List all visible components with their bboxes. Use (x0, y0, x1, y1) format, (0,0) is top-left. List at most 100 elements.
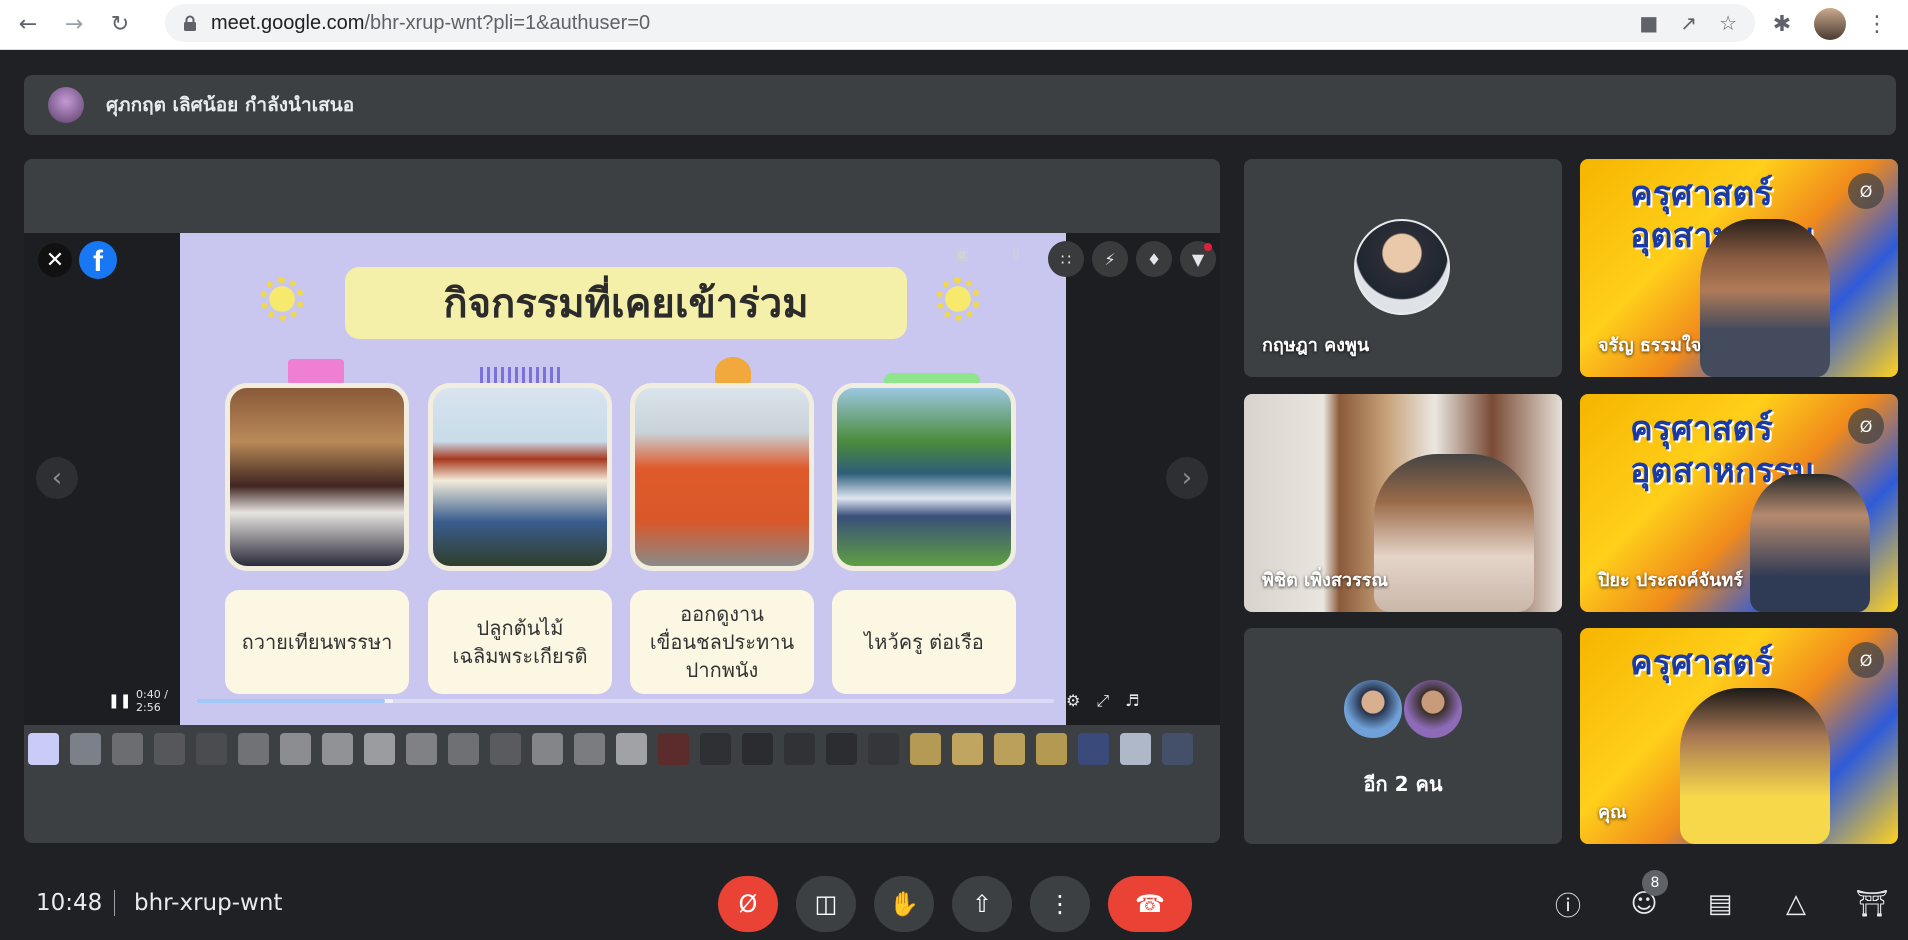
participant-name: ปิยะ ประสงค์จันทร์ (1598, 570, 1743, 591)
slide-thumbnail[interactable] (364, 733, 395, 765)
chat-button[interactable]: ▤ (1700, 880, 1740, 928)
previous-chevron-icon[interactable]: ‹ (36, 457, 78, 499)
slide-thumbnail[interactable] (910, 733, 941, 765)
participant-avatar (1354, 219, 1450, 315)
slide-thumbnail[interactable] (238, 733, 269, 765)
apps-grid-icon[interactable]: ∷ (1048, 241, 1084, 277)
slide-thumbnail[interactable] (196, 733, 227, 765)
slide-thumbnail[interactable] (406, 733, 437, 765)
messenger-icon[interactable]: ⚡ (1092, 241, 1128, 277)
sun-decoration (936, 277, 980, 321)
slide-thumbnail[interactable] (784, 733, 815, 765)
forward-arrow-icon[interactable]: → (56, 7, 92, 43)
participant-name: พิชิต เพิ่งสวรรณ (1262, 570, 1388, 591)
back-arrow-icon[interactable]: ← (10, 7, 46, 43)
participant-avatar (1402, 678, 1464, 740)
slide-thumbnail[interactable] (658, 733, 689, 765)
pause-icon[interactable]: ❚❚ (108, 693, 131, 709)
browser-toolbar: ← → ↻ meet.google.com/bhr-xrup-wnt?pli=1… (0, 0, 1908, 50)
camera-in-use-icon[interactable]: ■ (1639, 11, 1658, 35)
present-icon: ⇧ (971, 890, 993, 918)
slide-thumbnail[interactable] (574, 733, 605, 765)
close-icon[interactable]: ✕ (38, 243, 72, 277)
bookmark-star-icon[interactable]: ☆ (1719, 11, 1737, 35)
more-options-button[interactable]: ⋮ (1030, 876, 1090, 932)
slide-thumbnail[interactable] (322, 733, 353, 765)
slide-thumbnail[interactable] (952, 733, 983, 765)
participant-tile[interactable]: ครุศาสตร์ อุตสาหกรรม Ø ปิยะ ประสงค์จันทร… (1580, 394, 1898, 612)
raise-hand-button[interactable]: ✋ (874, 876, 934, 932)
participant-tile[interactable]: กฤษฎา คงพูน (1244, 159, 1562, 377)
address-bar[interactable]: meet.google.com/bhr-xrup-wnt?pli=1&authu… (165, 4, 1755, 42)
share-icon[interactable]: ↗ (1680, 11, 1697, 35)
slide-thumbnail[interactable] (70, 733, 101, 765)
slide-thumbnail[interactable] (1120, 733, 1151, 765)
slide-thumbnail[interactable] (448, 733, 479, 765)
extensions-puzzle-icon[interactable]: ✱ (1770, 12, 1794, 37)
participant-tile[interactable]: พิชิต เพิ่งสวรรณ (1244, 394, 1562, 612)
leave-call-button[interactable]: ☎ (1108, 876, 1192, 932)
people-count-badge: 8 (1642, 870, 1668, 896)
slide-thumbnail[interactable] (826, 733, 857, 765)
volume-icon[interactable]: ♬ (1125, 691, 1139, 711)
slide-thumbnail[interactable] (1036, 733, 1067, 765)
others-tile[interactable]: อีก 2 คน (1244, 628, 1562, 844)
divider (114, 890, 115, 916)
next-chevron-icon[interactable]: › (1166, 457, 1208, 499)
info-icon: ⓘ (1554, 891, 1581, 922)
settings-gear-icon[interactable]: ⚙ (1066, 691, 1080, 711)
account-menu-chevron-icon[interactable]: ▼ (1180, 241, 1216, 277)
host-controls-button[interactable]: ⛩ (1852, 880, 1892, 928)
reload-icon[interactable]: ↻ (102, 7, 138, 43)
present-screen-button[interactable]: ⇧ (952, 876, 1012, 932)
slide-thumbnail[interactable] (1078, 733, 1109, 765)
thumbnail-strip (28, 733, 1220, 765)
activity-photo (630, 383, 814, 571)
meeting-details-button[interactable]: ⓘ (1548, 880, 1588, 928)
end-call-icon: ☎ (1135, 890, 1165, 918)
slide-thumbnail[interactable] (532, 733, 563, 765)
participant-tile[interactable]: ครุศาสตร์ อุตสาหกรรม Ø จรัญ ธรรมใจ (1580, 159, 1898, 377)
participant-video (1750, 474, 1870, 612)
chrome-menu-icon[interactable]: ⋮ (1866, 12, 1888, 37)
participant-avatar (1342, 678, 1404, 740)
slide-thumbnail[interactable] (112, 733, 143, 765)
shapes-icon: △ (1786, 889, 1806, 919)
buffer-bar (196, 699, 394, 703)
video-progress-bar[interactable] (196, 699, 1054, 703)
fullscreen-icon[interactable]: ⤢ (1096, 691, 1109, 711)
slide-thumbnail[interactable] (994, 733, 1025, 765)
sun-decoration (260, 277, 304, 321)
slide-thumbnail[interactable] (280, 733, 311, 765)
participant-name: กฤษฎา คงพูน (1262, 335, 1370, 356)
slide-thumbnail[interactable] (1162, 733, 1193, 765)
slide-thumbnail[interactable] (490, 733, 521, 765)
clock: 10:48 (36, 890, 103, 916)
activity-photo (225, 383, 409, 571)
shield-lock-icon: ⛩ (1855, 889, 1889, 919)
facebook-logo-icon[interactable]: f (79, 241, 117, 279)
presenter-banner: ศุภกฤต เลิศน้อย กำลังนำเสนอ (24, 75, 1896, 135)
activity-caption: ปลูกต้นไม้ เฉลิมพระเกียรติ (428, 590, 612, 694)
camera-toggle-button[interactable]: ◫ (796, 876, 856, 932)
notifications-bell-icon[interactable]: ♦ (1136, 241, 1172, 277)
microphone-toggle-button[interactable]: Ø (718, 876, 778, 932)
hand-icon: ✋ (889, 890, 919, 918)
meeting-controls-bar: 10:48 bhr-xrup-wnt Ø ◫ ✋ ⇧ ⋮ ☎ ⓘ ☺ 8 ▤ △ … (0, 866, 1908, 940)
profile-avatar[interactable] (1814, 8, 1846, 40)
participant-video (1680, 688, 1830, 844)
self-tile[interactable]: ครุศาสตร์ Ø คุณ (1580, 628, 1898, 844)
presenter-text: ศุภกฤต เลิศน้อย กำลังนำเสนอ (106, 94, 355, 116)
slide-thumbnail[interactable] (700, 733, 731, 765)
background-banner-text: ครุศาสตร์ (1630, 643, 1773, 683)
people-button[interactable]: ☺ 8 (1624, 870, 1668, 928)
slide-thumbnail[interactable] (28, 733, 59, 765)
tag-icon[interactable]: ▣ (952, 243, 972, 263)
activities-button[interactable]: △ (1776, 880, 1816, 928)
slide-thumbnail[interactable] (868, 733, 899, 765)
slide-thumbnail[interactable] (154, 733, 185, 765)
slide-thumbnail[interactable] (742, 733, 773, 765)
more-vert-icon: ⋮ (1048, 890, 1072, 918)
slide-thumbnail[interactable] (616, 733, 647, 765)
share-icon[interactable]: ⇧ (1006, 243, 1026, 263)
